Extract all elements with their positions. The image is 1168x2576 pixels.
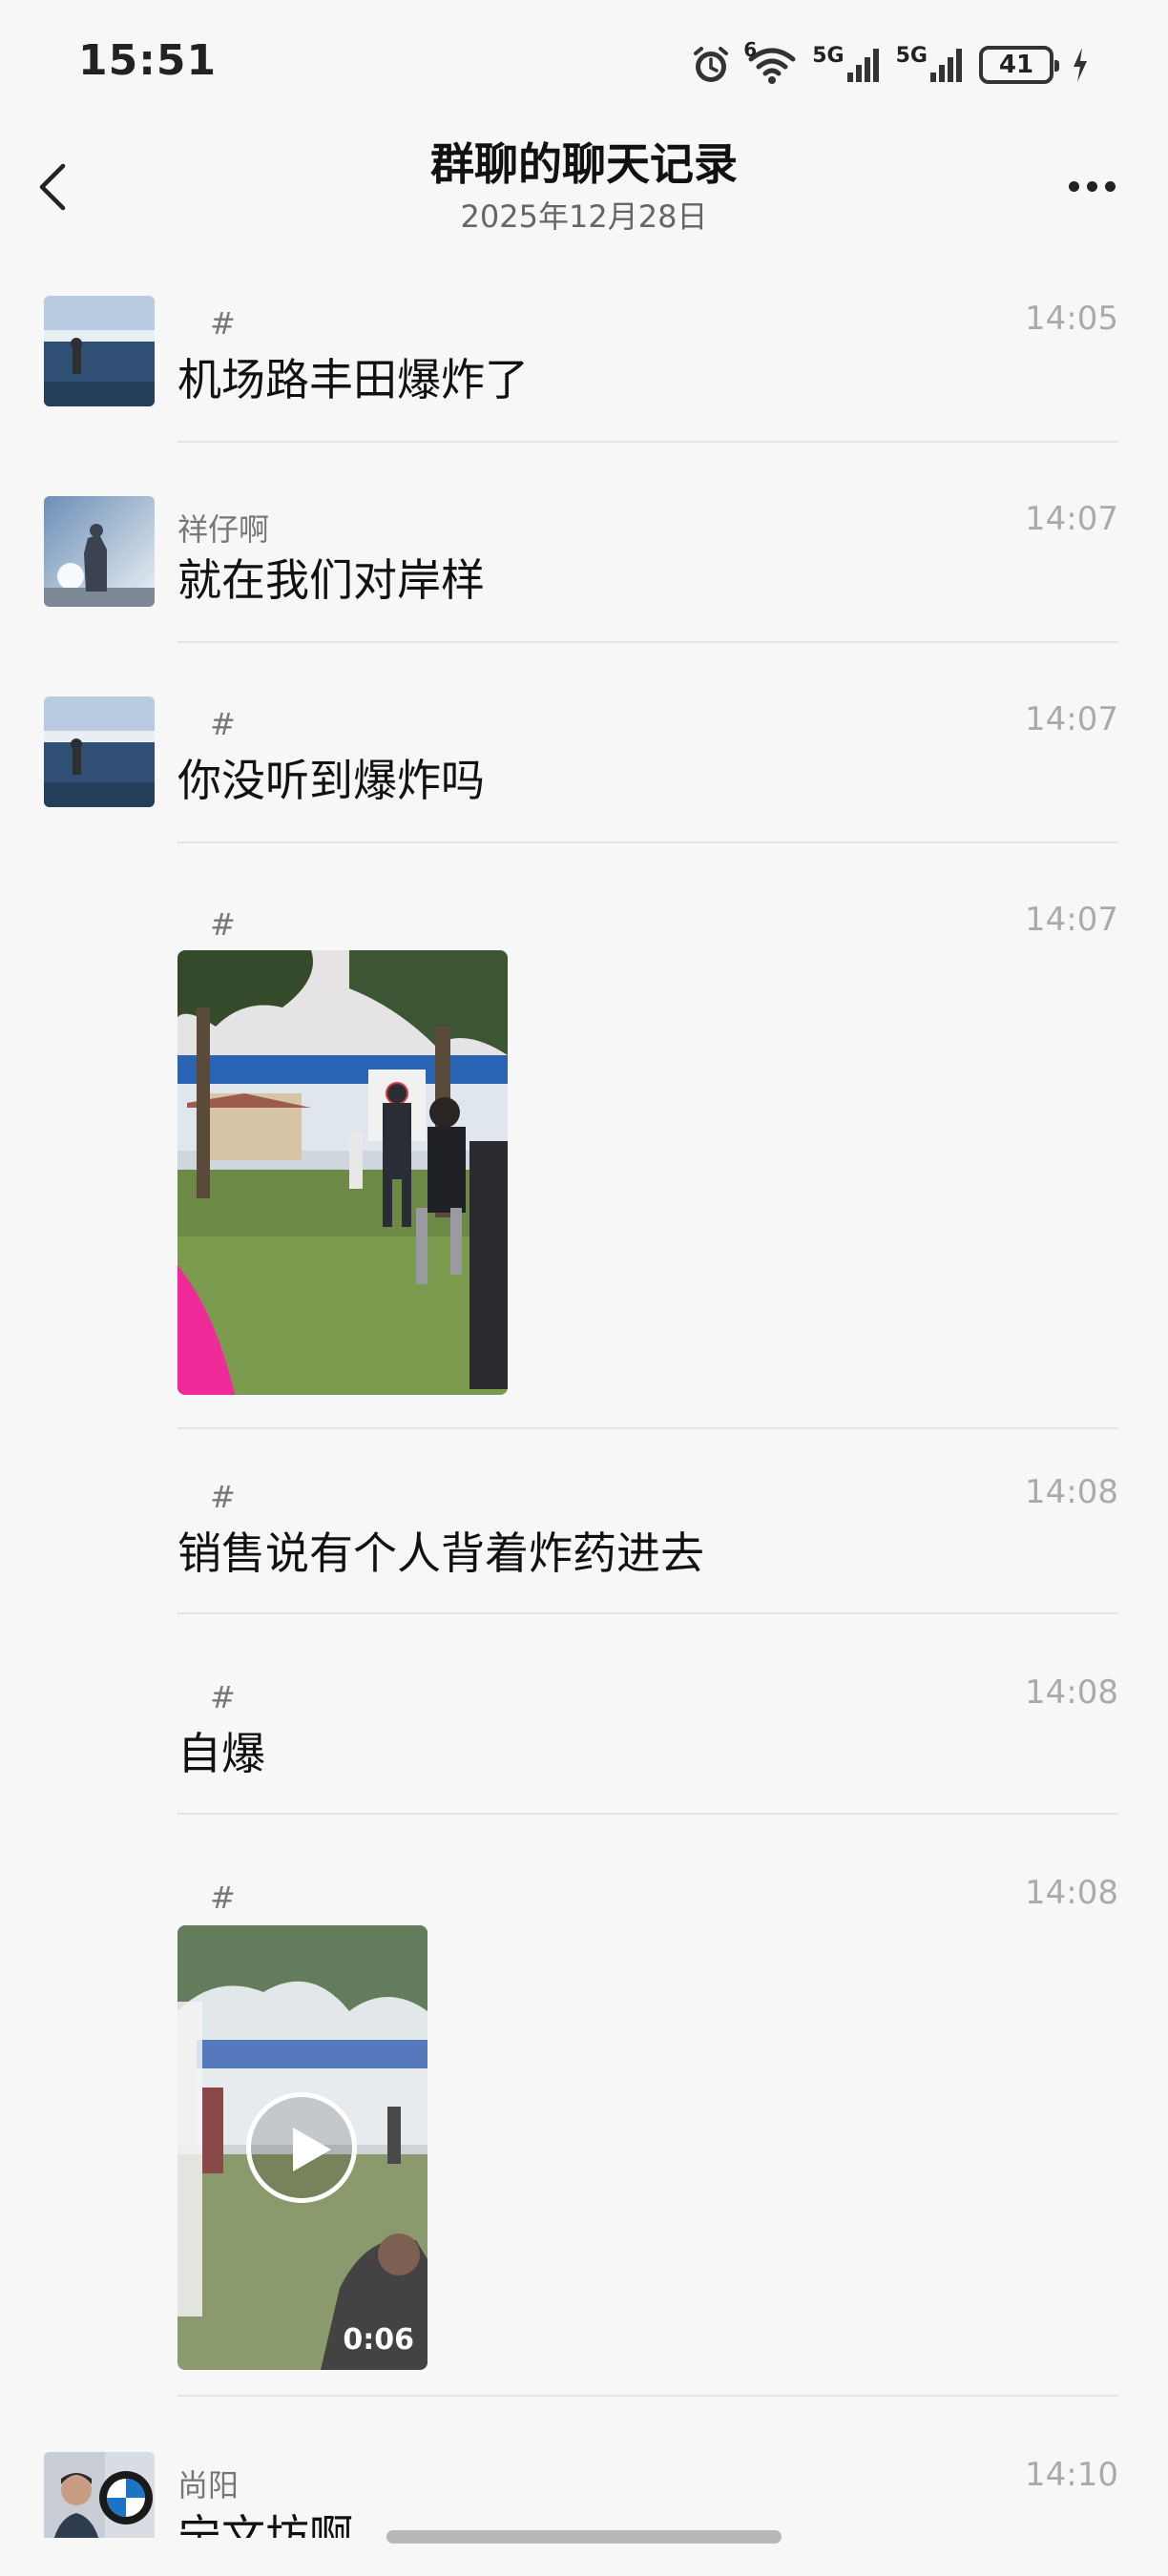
wifi-generation-label: 6 (743, 38, 758, 61)
sender-name: # (210, 305, 236, 342)
more-dot-icon (1068, 180, 1079, 192)
message-divider (177, 841, 1118, 843)
message-item[interactable]: 尚阳 14:10 宁文坊啊 (0, 2433, 1168, 2538)
image-message-thumbnail[interactable] (177, 950, 508, 1395)
message-text: 就在我们对岸样 (177, 554, 485, 606)
message-time: 14:08 (1025, 1473, 1118, 1511)
message-text: 销售说有个人背着炸药进去 (177, 1527, 704, 1579)
battery-indicator: 41 (979, 46, 1059, 84)
sender-name: 尚阳 (177, 2467, 240, 2503)
message-time: 14:07 (1025, 901, 1118, 939)
message-item[interactable]: # 14:07 你没听到爆炸吗 (0, 687, 1168, 887)
message-divider (177, 641, 1118, 643)
status-bar: 15:51 6 5G 5G 41 (0, 0, 1168, 124)
home-indicator-bar[interactable] (386, 2530, 782, 2544)
network-type-label-1: 5G (812, 43, 845, 68)
more-options-button[interactable] (1053, 153, 1130, 219)
cellular-signal-icon-2: 5G (895, 43, 966, 84)
avatar[interactable] (44, 296, 155, 406)
network-type-label-2: 5G (895, 43, 928, 68)
message-divider (177, 1427, 1118, 1429)
status-icons: 6 5G 5G 41 (690, 38, 1090, 92)
alarm-icon (690, 44, 732, 86)
avatar[interactable] (44, 696, 155, 807)
avatar[interactable] (44, 496, 155, 607)
sender-name: # (210, 1679, 236, 1715)
message-item[interactable]: # 14:05 机场路丰田爆炸了 (0, 286, 1168, 487)
message-item[interactable]: # 14:08 0:06 (0, 1860, 1168, 2433)
more-dot-icon (1086, 180, 1097, 192)
message-item[interactable]: # 14:07 (0, 887, 1168, 1460)
message-item[interactable]: 祥仔啊 14:07 就在我们对岸样 (0, 487, 1168, 687)
message-item[interactable]: # 14:08 销售说有个人背着炸药进去 (0, 1460, 1168, 1660)
message-time: 14:08 (1025, 1874, 1118, 1912)
message-time: 14:08 (1025, 1673, 1118, 1712)
video-message-thumbnail[interactable]: 0:06 (177, 1925, 428, 2370)
more-dot-icon (1104, 180, 1116, 192)
message-item[interactable]: # 14:08 自爆 (0, 1660, 1168, 1860)
message-divider (177, 1612, 1118, 1614)
play-icon[interactable] (246, 2092, 357, 2203)
message-divider (177, 441, 1118, 443)
message-text: 自爆 (177, 1728, 265, 1779)
page-subtitle-date: 2025年12月28日 (460, 198, 708, 235)
message-text: 机场路丰田爆炸了 (177, 354, 529, 405)
message-time: 14:05 (1025, 300, 1118, 338)
message-divider (177, 1813, 1118, 1815)
sender-name: 祥仔啊 (177, 511, 270, 548)
video-duration: 0:06 (343, 2323, 414, 2357)
message-text: 你没听到爆炸吗 (177, 755, 485, 806)
sender-name: # (210, 706, 236, 742)
message-divider (177, 2395, 1118, 2397)
message-text: 宁文坊啊 (177, 2510, 353, 2538)
message-time: 14:07 (1025, 700, 1118, 738)
charging-bolt-icon (1071, 46, 1090, 84)
message-time: 14:10 (1025, 2456, 1118, 2494)
chat-history-header: 群聊的聊天记录 2025年12月28日 (0, 124, 1168, 248)
wifi-icon: 6 (743, 38, 799, 86)
page-title: 群聊的聊天记录 (430, 138, 738, 190)
sender-name: # (210, 1880, 236, 1916)
message-time: 14:07 (1025, 500, 1118, 538)
sender-name: # (210, 1479, 236, 1515)
avatar[interactable] (44, 2452, 155, 2538)
cellular-signal-icon-1: 5G (812, 43, 882, 84)
status-time: 15:51 (78, 36, 218, 85)
sender-name: # (210, 906, 236, 943)
